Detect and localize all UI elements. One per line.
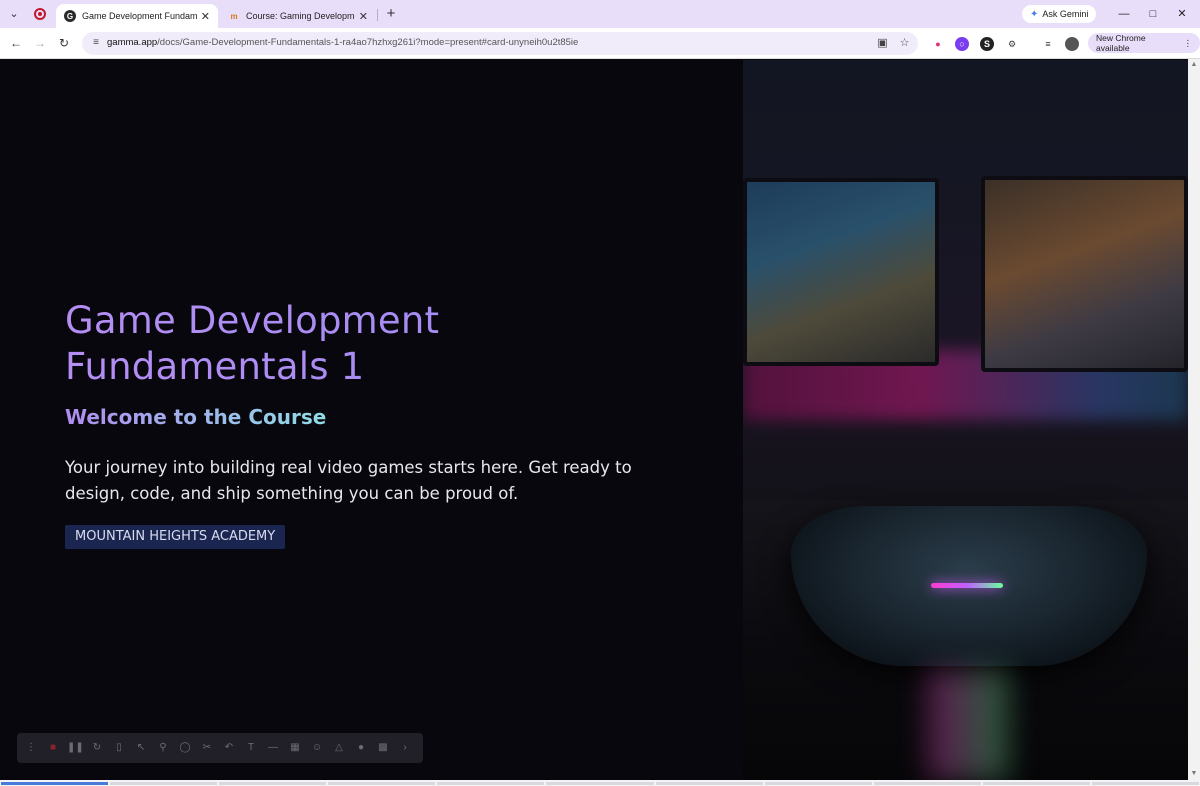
- academy-badge: MOUNTAIN HEIGHTS ACADEMY: [65, 525, 286, 549]
- progress-segment[interactable]: [437, 782, 545, 785]
- extension-colorpicker-icon[interactable]: ○: [955, 37, 969, 51]
- slide-title: Game Development Fundamentals 1: [65, 298, 705, 390]
- cursor-icon[interactable]: ↖: [133, 740, 149, 756]
- crop-icon[interactable]: ▦: [287, 740, 303, 756]
- stop-recording-icon[interactable]: ■: [45, 740, 61, 756]
- new-chrome-label: New Chrome available: [1096, 33, 1146, 53]
- collapse-chevron-icon[interactable]: ›: [397, 740, 413, 756]
- progress-segment[interactable]: [110, 782, 218, 785]
- microphone-icon[interactable]: ●: [353, 740, 369, 756]
- screen-recorder-toolbar: ⋮ ■ ❚❚ ↻ ▯ ↖ ⚲ ◯ ✂ ↶ T — ▦ ☺ △ ● ▩ ›: [17, 733, 423, 763]
- reading-list-icon[interactable]: ≡: [1041, 37, 1055, 51]
- text-tool-icon[interactable]: T: [243, 740, 259, 756]
- slide-subtitle: Welcome to the Course: [65, 405, 327, 429]
- tab-strip: ⌄ G Game Development Fundamentals 1 ✕ m …: [0, 0, 1200, 28]
- progress-segment[interactable]: [764, 782, 872, 785]
- tab-title: Course: Gaming Development Course: [246, 11, 355, 21]
- monitor-right: [981, 176, 1188, 372]
- recording-indicator-icon[interactable]: [34, 8, 46, 20]
- progress-segment[interactable]: [328, 782, 436, 785]
- slide-progress-bar: [0, 780, 1200, 786]
- scroll-up-icon[interactable]: ▲: [1190, 61, 1198, 69]
- address-bar[interactable]: ≡ gamma.app/docs/Game-Development-Fundam…: [82, 32, 918, 55]
- reload-icon[interactable]: ↻: [57, 36, 71, 50]
- browser-toolbar: ← → ↻ ≡ gamma.app/docs/Game-Development-…: [0, 28, 1200, 59]
- camera-icon[interactable]: ▩: [375, 740, 391, 756]
- course-favicon-icon: m: [230, 11, 238, 21]
- drag-handle-icon[interactable]: ⋮: [23, 740, 39, 756]
- pause-icon[interactable]: ❚❚: [67, 740, 84, 756]
- extensions-puzzle-icon[interactable]: ⚙: [1005, 37, 1019, 51]
- progress-segment[interactable]: [219, 782, 327, 785]
- presentation-slide: Game Development Fundamentals 1 Welcome …: [0, 60, 1188, 780]
- forward-arrow-icon[interactable]: →: [33, 36, 47, 50]
- progress-segment[interactable]: [655, 782, 763, 785]
- line-tool-icon[interactable]: —: [265, 740, 281, 756]
- tab-gaming-course[interactable]: m Course: Gaming Development Course ✕: [220, 4, 376, 28]
- eraser-icon[interactable]: △: [331, 740, 347, 756]
- scissors-icon[interactable]: ✂: [199, 740, 215, 756]
- controller-lightbar: [931, 583, 1003, 588]
- lightbar-reflection: [928, 670, 1008, 780]
- scroll-down-icon[interactable]: ▼: [1190, 770, 1198, 778]
- back-arrow-icon[interactable]: ←: [9, 36, 23, 50]
- progress-segment[interactable]: [873, 782, 981, 785]
- gemini-sparkle-icon: ✦: [1030, 8, 1039, 20]
- spotlight-icon[interactable]: ◯: [177, 740, 193, 756]
- extension-s-icon[interactable]: S: [980, 37, 994, 51]
- restart-icon[interactable]: ↻: [89, 740, 105, 756]
- close-tab-icon[interactable]: ✕: [201, 10, 210, 23]
- zoom-icon[interactable]: ⚲: [155, 740, 171, 756]
- close-window-icon[interactable]: ✕: [1174, 6, 1190, 22]
- undo-icon[interactable]: ↶: [221, 740, 237, 756]
- gaming-setup-photo: [743, 60, 1188, 780]
- tab-title: Game Development Fundamentals 1: [82, 11, 197, 21]
- close-tab-icon[interactable]: ✕: [359, 10, 368, 23]
- monitor-left: [743, 178, 939, 366]
- game-controller: [791, 506, 1147, 666]
- extension-pink-icon[interactable]: ●: [931, 37, 945, 51]
- bookmark-star-icon[interactable]: ☆: [898, 37, 911, 50]
- new-chrome-available-button[interactable]: New Chrome available ⋮: [1088, 33, 1200, 53]
- profile-avatar[interactable]: [1065, 37, 1079, 51]
- minimize-window-icon[interactable]: —: [1116, 6, 1132, 22]
- tab-search-chevron-down-icon[interactable]: ⌄: [6, 7, 22, 21]
- gamma-favicon-icon: G: [64, 10, 76, 22]
- vertical-scrollbar[interactable]: ▲ ▼: [1188, 59, 1200, 780]
- slide-body-text: Your journey into building real video ga…: [65, 458, 632, 503]
- delete-icon[interactable]: ▯: [111, 740, 127, 756]
- tab-game-development[interactable]: G Game Development Fundamentals 1 ✕: [56, 4, 218, 28]
- emoji-icon[interactable]: ☺: [309, 740, 325, 756]
- progress-segment[interactable]: [1091, 782, 1200, 785]
- ask-gemini-label: Ask Gemini: [1042, 9, 1089, 19]
- install-app-icon[interactable]: ▣: [876, 37, 889, 50]
- ask-gemini-button[interactable]: ✦ Ask Gemini: [1022, 5, 1097, 23]
- new-tab-plus-icon[interactable]: +: [384, 6, 398, 22]
- url-text[interactable]: gamma.app/docs/Game-Development-Fundamen…: [107, 37, 578, 48]
- progress-segment[interactable]: [1, 782, 109, 785]
- tab-divider: [377, 9, 378, 21]
- maximize-window-icon[interactable]: □: [1145, 6, 1161, 22]
- progress-segment[interactable]: [546, 782, 654, 785]
- progress-segment[interactable]: [982, 782, 1090, 785]
- more-menu-icon: ⋮: [1183, 37, 1193, 48]
- site-info-tune-icon[interactable]: ≡: [90, 37, 102, 49]
